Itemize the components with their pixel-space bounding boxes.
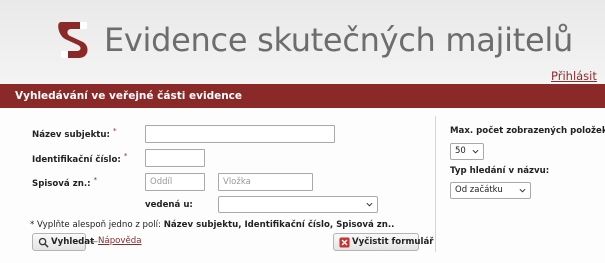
clear-form-button-label: Vyčistit formulář: [352, 237, 434, 247]
search-icon: [38, 237, 49, 248]
ico-input[interactable]: [145, 149, 205, 167]
required-note-fields: Název subjektu, Identifikační číslo, Spi…: [163, 220, 395, 230]
clear-form-button[interactable]: Vyčistit formulář: [333, 233, 434, 251]
file-no-label: Spisová zn.: *: [32, 175, 97, 189]
file-no-label-text: Spisová zn.:: [32, 178, 91, 189]
login-link[interactable]: Přihlásit: [551, 69, 597, 83]
chevron-down-icon: [519, 188, 526, 193]
court-label: vedená u:: [145, 200, 193, 210]
search-button[interactable]: Vyhledat: [32, 233, 94, 251]
chevron-down-icon: [472, 149, 479, 154]
subject-name-label: Název subjektu: *: [32, 126, 117, 140]
required-note-prefix: * Vyplňte alespoň jedno z polí:: [30, 220, 164, 230]
ico-label: Identifikační číslo: *: [32, 151, 127, 165]
separator: —: [89, 237, 98, 247]
required-note: * Vyplňte alespoň jedno z polí: Název su…: [30, 220, 394, 230]
insert-input[interactable]: Vložka: [218, 173, 313, 191]
required-mark: *: [123, 151, 128, 160]
department-input[interactable]: Oddíl: [145, 173, 205, 191]
max-items-select[interactable]: 50: [450, 143, 484, 160]
close-icon: [339, 237, 350, 248]
esm-logo-icon: [58, 22, 88, 58]
panel-divider: [435, 116, 436, 252]
search-type-select[interactable]: Od začátku: [450, 182, 531, 199]
subject-name-input[interactable]: [145, 125, 335, 143]
search-type-label: Typ hledání v názvu:: [450, 166, 550, 176]
ico-label-text: Identifikační číslo:: [32, 154, 121, 165]
help-link[interactable]: Nápověda: [98, 236, 142, 246]
chevron-down-icon: [366, 202, 373, 207]
app-title: Evidence skutečných majitelů: [104, 21, 573, 59]
subject-name-label-text: Název subjektu:: [32, 129, 110, 140]
required-mark: *: [112, 126, 117, 135]
section-bar: Vyhledávání ve veřejné části evidence: [0, 84, 605, 108]
max-items-label: Max. počet zobrazených položek:: [450, 126, 605, 136]
court-select[interactable]: [218, 196, 378, 213]
search-type-value: Od začátku: [455, 185, 503, 195]
required-mark: *: [93, 175, 98, 184]
search-button-label: Vyhledat: [51, 237, 95, 247]
section-title: Vyhledávání ve veřejné části evidence: [15, 90, 243, 102]
max-items-value: 50: [455, 146, 466, 156]
app-header: Evidence skutečných majitelů Přihlásit: [0, 0, 605, 86]
